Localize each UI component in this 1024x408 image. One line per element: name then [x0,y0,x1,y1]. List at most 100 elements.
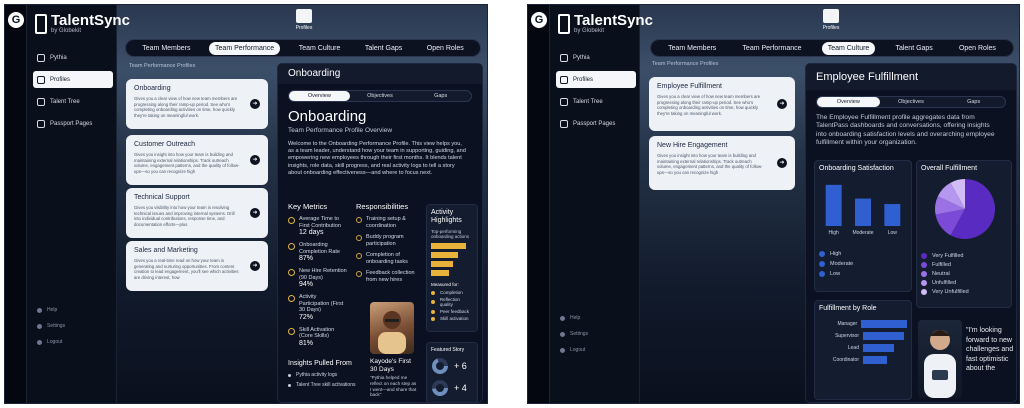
employee-fulfillment-panel: Employee Fulfillment Overview Objectives… [805,63,1017,403]
dot-icon [431,316,435,321]
sidebar: TalentSync by Globekit Pythia Profiles T… [27,5,130,403]
overall-legend: Very Fulfilled Fulfilled Neutral Unfulfi… [921,253,1007,295]
section-title: Team Performance Profiles [652,61,719,67]
arrow-right-icon[interactable]: ➜ [250,155,260,165]
card-desc: Gives you a clear view of how new team m… [657,94,761,116]
sidebar-item-passport-pages[interactable]: Passport Pages [33,115,113,132]
talentsync-logo-icon [35,13,47,34]
profiles-top-icon[interactable] [296,9,312,23]
profiles-top-label: Profiles [822,25,840,31]
card-title: New Hire Engagement [657,142,728,149]
sidebar-bottom: Help Settings Logout [37,305,107,353]
seg-objectives[interactable]: Objectives [880,97,943,107]
sidebar-item-pythia[interactable]: Pythia [556,49,636,66]
role-label: Coordinator [832,357,859,363]
sat-tick-label: Low [888,230,898,236]
help-link[interactable]: Help [37,305,107,315]
profile-card-sales-marketing[interactable]: Sales and Marketing Gives you a real-tim… [126,241,268,291]
dot-icon [431,290,435,295]
story-title: Kayode's First 30 Days [370,358,411,373]
card-title: Technical Support [134,194,190,201]
legend-item: Fulfilled [921,262,1007,268]
brand-name: TalentSync [574,12,653,29]
profiles-top-icon[interactable] [823,9,839,23]
card-desc: Gives you a clear view of how new team m… [134,96,238,118]
sidebar-item-passport-pages[interactable]: Passport Pages [556,115,636,132]
arrow-right-icon[interactable]: ➜ [250,99,260,109]
sidebar-item-profiles[interactable]: Profiles [556,71,636,88]
tab-team-members[interactable]: Team Members [662,42,722,55]
sidebar-item-profiles[interactable]: Profiles [33,71,113,88]
sidebar-item-talent-tree[interactable]: Talent Tree [556,93,636,110]
logout-link[interactable]: Logout [37,337,107,347]
seg-gaps[interactable]: Gaps [942,97,1005,107]
tab-team-culture[interactable]: Team Culture [293,42,347,55]
featured-value: + 4 [454,383,467,393]
story-quote: "Pythia helped me reflect on each step a… [370,375,417,398]
measure-item: Peer feedback [431,309,473,314]
tab-team-performance[interactable]: Team Performance [736,42,807,55]
help-link[interactable]: Help [560,313,630,323]
screenshot-left: G TalentSync by Globekit Pythia Profiles… [4,4,488,404]
responsibilities: Responsibilities Training setup & coordi… [356,202,420,288]
card-title: Employee Fulfillment [657,83,722,90]
pythia-icon [37,53,45,62]
sidebar-item-talent-tree[interactable]: Talent Tree [33,93,113,110]
seg-overview[interactable]: Overview [817,97,880,107]
profile-card-technical-support[interactable]: Technical Support Gives you visibility i… [126,188,268,238]
activity-bar [431,252,459,258]
role-bar-row: Coordinator [819,356,907,364]
globekit-logo-icon[interactable]: G [8,12,24,28]
tab-open-roles[interactable]: Open Roles [421,42,470,55]
role-label: Lead [847,345,859,351]
responsibilities-title: Responsibilities [356,202,409,211]
donut-icon [432,380,448,396]
legend-dot [921,271,927,277]
satisfaction-bar-chart: High Moderate Low [825,184,901,236]
tab-talent-gaps[interactable]: Talent Gaps [889,42,938,55]
sat-bar [884,204,901,226]
featured-story: Featured Story + 6 + 4 [426,342,478,402]
settings-link[interactable]: Settings [560,329,630,339]
profiles-top-label: Profiles [295,25,313,31]
seg-gaps[interactable]: Gaps [410,91,471,101]
help-icon [37,307,42,313]
logout-link[interactable]: Logout [560,345,630,355]
tab-team-members[interactable]: Team Members [136,42,196,55]
sidebar: TalentSync by Globekit Pythia Profiles T… [550,5,653,403]
measure-item: Reflection quality [431,297,473,307]
insights-title: Insights Pulled From [288,360,352,367]
tab-talent-gaps[interactable]: Talent Gaps [359,42,408,55]
tab-team-performance[interactable]: Team Performance [209,41,281,55]
globekit-logo-icon[interactable]: G [531,12,547,28]
settings-link[interactable]: Settings [37,321,107,331]
seg-objectives[interactable]: Objectives [350,91,411,101]
arrow-right-icon[interactable]: ➜ [777,99,787,109]
card-desc: Gives you a real-time read on how your t… [134,258,239,280]
profile-card-customer-outreach[interactable]: Customer Outreach Gives you insight into… [126,135,268,185]
seg-overview[interactable]: Overview [289,91,350,101]
tab-open-roles[interactable]: Open Roles [953,42,1002,55]
insight-item: Pythia activity logs [288,372,364,378]
arrow-right-icon[interactable]: ➜ [250,261,260,271]
passport-icon [37,119,45,128]
sidebar-item-pythia[interactable]: Pythia [33,49,113,66]
app-rail: G [5,5,27,403]
arrow-right-icon[interactable]: ➜ [250,208,260,218]
legend-item: Neutral [921,271,1007,277]
overall-fulfillment-card: Overall Fulfillment Very Fulfilled Fulfi… [916,160,1012,308]
app-rail: G [528,5,550,403]
bullet-icon [356,271,362,277]
profile-card-new-hire-engagement[interactable]: New Hire Engagement Gives you insight in… [649,136,795,190]
profile-card-employee-fulfillment[interactable]: Employee Fulfillment Gives you a clear v… [649,77,795,131]
talentsync-logo-icon [558,13,570,34]
profile-card-onboarding[interactable]: Onboarding Gives you a clear view of how… [126,79,268,129]
card-title: Sales and Marketing [134,247,198,254]
tab-team-culture[interactable]: Team Culture [821,41,876,55]
logout-icon [37,339,42,345]
sat-title: Onboarding Satisfaction [819,165,894,172]
legend-dot [921,280,927,286]
panel-heading: Onboarding [288,108,367,125]
profiles-icon [37,75,45,84]
arrow-right-icon[interactable]: ➜ [777,158,787,168]
